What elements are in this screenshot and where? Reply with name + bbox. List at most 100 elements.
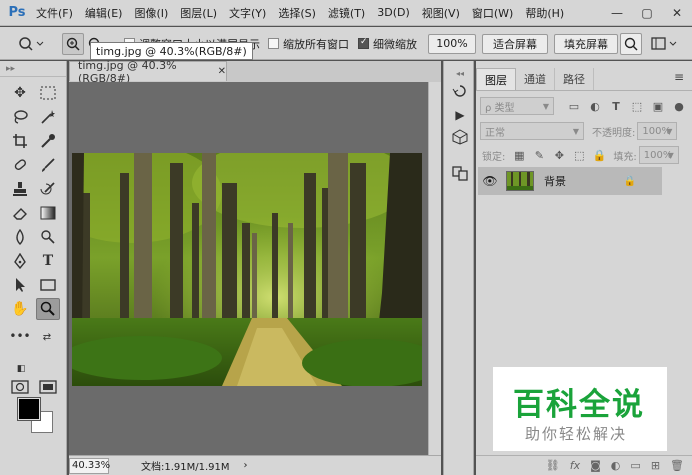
shape-filter-icon[interactable]: ⬚: [629, 98, 645, 114]
link-icon[interactable]: ⛓: [546, 459, 560, 472]
brush-tool-icon[interactable]: [36, 154, 60, 176]
group-icon[interactable]: ▭: [630, 459, 640, 472]
marquee-tool-icon[interactable]: [36, 82, 60, 104]
blur-tool-icon[interactable]: [8, 226, 32, 248]
workspace-switcher[interactable]: [650, 27, 680, 60]
pixel-filter-icon[interactable]: ▭: [566, 98, 582, 114]
more-tools-icon[interactable]: •••: [8, 325, 32, 347]
lock-transparent-icon[interactable]: ▦: [511, 147, 527, 163]
smart-object-filter-icon[interactable]: ▣: [650, 98, 666, 114]
default-colors-icon[interactable]: ◧: [14, 362, 28, 376]
magic-wand-icon[interactable]: [36, 106, 60, 128]
zoom-all-windows-option[interactable]: 缩放所有窗口: [268, 27, 349, 60]
zoom-in-icon[interactable]: [62, 32, 84, 55]
mask-icon[interactable]: ◙: [590, 459, 601, 472]
history-panel-icon[interactable]: [450, 81, 470, 101]
lock-position-icon[interactable]: ✥: [551, 147, 567, 163]
scrubby-zoom-checkbox[interactable]: [358, 37, 369, 49]
status-menu-arrow[interactable]: ›: [244, 460, 248, 471]
hand-tool-icon[interactable]: ✋: [8, 298, 32, 320]
tools-panel: ▸▸ ✥ T ✋ ••• ⇄ ◧: [0, 61, 67, 475]
type-filter-icon[interactable]: T: [608, 98, 624, 114]
swap-colors-icon[interactable]: ⇄: [40, 330, 54, 344]
eyedropper-icon[interactable]: [36, 130, 60, 152]
tools-header[interactable]: ▸▸: [0, 61, 66, 77]
lasso-tool-icon[interactable]: [8, 106, 32, 128]
document-info: 文档:1.91M/1.91M: [141, 462, 230, 473]
quick-mask-icon[interactable]: [8, 376, 32, 398]
minimize-button[interactable]: —: [602, 0, 632, 26]
layer-row[interactable]: 👁 背景 🔒: [478, 167, 662, 195]
status-bar: 40.33% 文档:1.91M/1.91M ›: [69, 455, 441, 475]
menu-select[interactable]: 选择(S): [272, 5, 322, 21]
zoom-all-windows-checkbox[interactable]: [268, 38, 279, 49]
watermark-subtitle: 助你轻松解决: [525, 425, 628, 443]
vertical-scrollbar[interactable]: [428, 82, 441, 455]
workspace-icon: [651, 36, 677, 50]
layer-name[interactable]: 背景: [544, 173, 566, 189]
crop-tool-icon[interactable]: [8, 130, 32, 152]
collapse-strip-icon[interactable]: ◂◂: [450, 63, 470, 83]
fill-screen-button[interactable]: 填充屏幕: [554, 33, 618, 54]
layers-panel-tabs: 图层 通道 路径 ≡: [476, 61, 692, 91]
fx-icon[interactable]: fx: [570, 459, 580, 472]
3d-panel-icon[interactable]: [450, 127, 470, 147]
zoom-tool-preset[interactable]: [18, 27, 44, 60]
move-tool-icon[interactable]: ✥: [8, 82, 32, 104]
dodge-tool-icon[interactable]: [36, 226, 60, 248]
screen-mode-icon[interactable]: [36, 376, 60, 398]
opacity-field[interactable]: 100% ▼: [637, 122, 678, 140]
menu-bar: Ps 文件(F) 编辑(E) 图像(I) 图层(L) 文字(Y) 选择(S) 滤…: [0, 0, 692, 26]
path-selection-icon[interactable]: [8, 274, 32, 296]
blend-mode-dropdown[interactable]: 正常 ▼: [480, 122, 584, 140]
filter-row: ρ 类型 ▼ ▭ ◐ T ⬚ ▣ ●: [476, 97, 692, 115]
lock-image-icon[interactable]: ✎: [531, 147, 547, 163]
kind-filter-dropdown[interactable]: ρ 类型 ▼: [480, 97, 554, 115]
foreground-color-swatch[interactable]: [17, 397, 41, 421]
close-button[interactable]: ✕: [662, 0, 692, 26]
menu-file[interactable]: 文件(F): [30, 5, 79, 21]
rectangle-tool-icon[interactable]: [36, 274, 60, 296]
tab-layers[interactable]: 图层: [476, 68, 516, 90]
eye-icon[interactable]: 👁: [478, 174, 502, 188]
tab-paths[interactable]: 路径: [555, 68, 594, 90]
zoom-tool-icon[interactable]: [36, 298, 60, 320]
menu-3d[interactable]: 3D(D): [371, 6, 416, 19]
history-brush-icon[interactable]: [36, 178, 60, 200]
new-layer-icon[interactable]: ⊞: [651, 459, 660, 472]
menu-filter[interactable]: 滤镜(T): [322, 5, 371, 21]
layer-lock-icon: 🔒: [623, 175, 636, 187]
fit-screen-button[interactable]: 适合屏幕: [482, 33, 548, 54]
lock-all-icon[interactable]: 🔒: [591, 147, 607, 163]
menu-layer[interactable]: 图层(L): [174, 5, 223, 21]
lock-artboard-icon[interactable]: ⬚: [571, 147, 587, 163]
zoom-100-button[interactable]: 100%: [428, 33, 476, 54]
menu-window[interactable]: 窗口(W): [466, 5, 519, 21]
menu-view[interactable]: 视图(V): [416, 5, 466, 21]
menu-edit[interactable]: 编辑(E): [79, 5, 129, 21]
menu-help[interactable]: 帮助(H): [519, 5, 570, 21]
menu-type[interactable]: 文字(Y): [223, 5, 272, 21]
trash-icon[interactable]: 🗑: [670, 459, 684, 472]
panel-menu-icon[interactable]: ≡: [674, 70, 684, 84]
adjustment-filter-icon[interactable]: ◐: [587, 98, 603, 114]
healing-brush-icon[interactable]: [8, 154, 32, 176]
document-tab[interactable]: timg.jpg @ 40.3%(RGB/8#) ✕: [69, 59, 227, 85]
pen-tool-icon[interactable]: [8, 250, 32, 272]
tab-channels[interactable]: 通道: [516, 68, 555, 90]
eraser-icon[interactable]: [8, 202, 32, 224]
menu-image[interactable]: 图像(I): [128, 5, 174, 21]
filter-toggle-icon[interactable]: ●: [671, 98, 687, 114]
close-tab-icon[interactable]: ✕: [218, 66, 226, 77]
restore-button[interactable]: ▢: [632, 0, 662, 26]
clone-stamp-icon[interactable]: [8, 178, 32, 200]
type-tool-icon[interactable]: T: [36, 250, 60, 272]
zoom-level-field[interactable]: 40.33%: [69, 457, 110, 474]
gradient-icon[interactable]: [36, 202, 60, 224]
adjustment-icon[interactable]: ◐: [611, 459, 621, 472]
properties-panel-icon[interactable]: [450, 163, 470, 183]
scrubby-zoom-option[interactable]: 细微缩放: [358, 27, 417, 60]
search-icon[interactable]: [620, 32, 642, 55]
actions-play-icon[interactable]: ▶: [450, 105, 470, 125]
fill-field[interactable]: 100% ▼: [638, 146, 679, 164]
